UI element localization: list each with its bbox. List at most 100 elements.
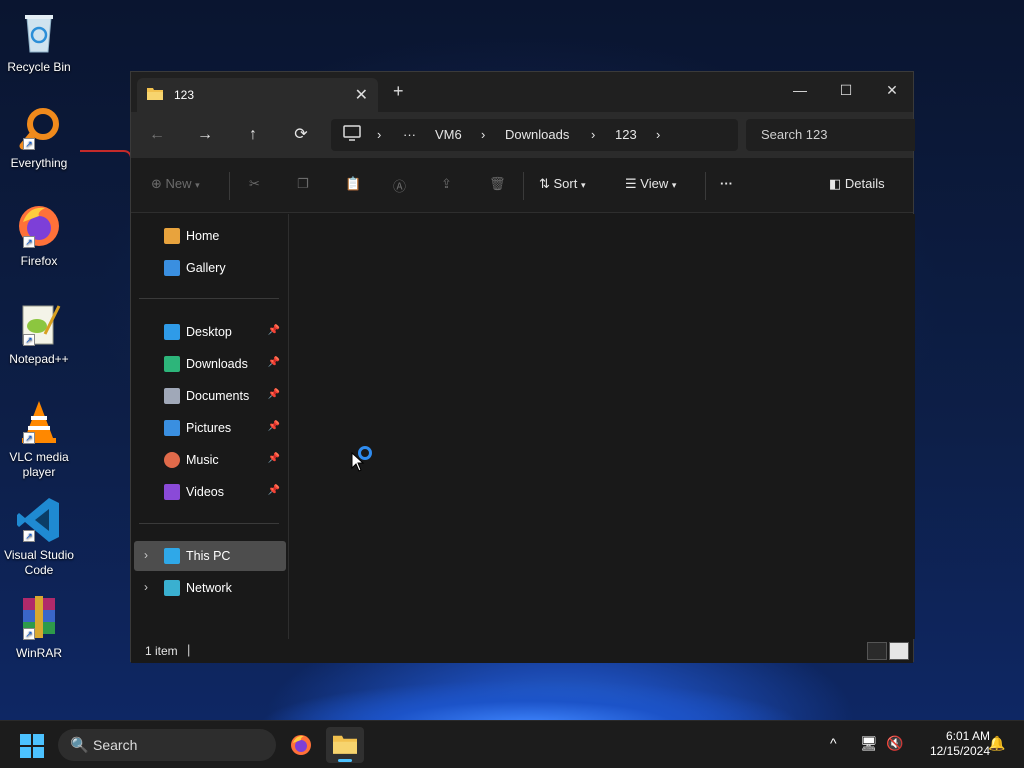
tiles-view-icon[interactable]: [889, 642, 909, 660]
this-pc-icon[interactable]: [343, 125, 361, 144]
desktop-icon-vlc[interactable]: ↗ VLC media player: [4, 398, 74, 480]
breadcrumb-separator[interactable]: ›: [481, 127, 485, 142]
shortcut-arrow-icon: ↗: [23, 628, 35, 640]
sort-button[interactable]: ⇅ Sort ▾: [539, 176, 586, 192]
view-button-label: View: [640, 176, 669, 191]
desktop-icon-vscode[interactable]: ↗ Visual Studio Code: [4, 496, 74, 578]
copy-icon[interactable]: ❐: [297, 176, 309, 192]
everything-search-icon: ↗: [15, 104, 63, 152]
chevron-down-icon: ▾: [580, 180, 586, 190]
pin-icon[interactable]: 📌: [268, 389, 280, 400]
home-icon: [164, 228, 180, 244]
desktop-icon-winrar[interactable]: ↗ WinRAR: [4, 594, 74, 661]
expand-chevron-icon[interactable]: ›: [144, 580, 148, 594]
sidebar-item-network[interactable]: › Network: [134, 573, 286, 603]
maximize-button[interactable]: ☐: [823, 76, 869, 104]
forward-button[interactable]: →: [191, 122, 219, 148]
more-options-button[interactable]: ···: [720, 176, 733, 191]
tab-123[interactable]: 123 ✕: [137, 78, 378, 112]
sidebar-divider: [139, 298, 279, 299]
delete-icon[interactable]: 🗑: [489, 176, 506, 192]
start-button[interactable]: [20, 734, 44, 758]
breadcrumb-vm6[interactable]: VM6: [435, 127, 462, 142]
new-tab-button[interactable]: +: [393, 82, 404, 100]
expand-chevron-icon[interactable]: ›: [144, 548, 148, 562]
sidebar-item-videos[interactable]: Videos 📌: [134, 477, 286, 507]
tab-close-icon[interactable]: ✕: [355, 85, 368, 105]
breadcrumb-separator[interactable]: ›: [656, 127, 660, 142]
file-list-area[interactable]: [290, 214, 915, 639]
desktop-icon-notepad-plus-plus[interactable]: ↗ Notepad++: [4, 300, 74, 367]
sidebar-item-home[interactable]: Home: [134, 221, 286, 251]
sidebar-item-gallery[interactable]: Gallery: [134, 253, 286, 283]
minimize-button[interactable]: —: [777, 76, 823, 104]
sidebar-item-label: Gallery: [186, 261, 226, 275]
clock[interactable]: 6:01 AM 12/15/2024: [912, 729, 990, 759]
breadcrumb-downloads[interactable]: Downloads: [505, 127, 569, 142]
documents-icon: [164, 388, 180, 404]
pin-icon[interactable]: 📌: [268, 453, 280, 464]
details-view-icon[interactable]: [867, 642, 887, 660]
search-input[interactable]: Search 123: [746, 119, 915, 151]
taskbar-app-firefox[interactable]: [282, 727, 320, 763]
sidebar-item-this-pc[interactable]: › This PC: [134, 541, 286, 571]
taskbar-search-box[interactable]: 🔍 Search: [58, 729, 276, 761]
pin-icon[interactable]: 📌: [268, 357, 280, 368]
sidebar-item-documents[interactable]: Documents 📌: [134, 381, 286, 411]
desktop-icon-label: Notepad++: [9, 352, 69, 366]
sidebar-item-pictures[interactable]: Pictures 📌: [134, 413, 286, 443]
show-hidden-icons-chevron-icon[interactable]: ^: [830, 735, 837, 751]
desktop-icon-firefox[interactable]: ↗ Firefox: [4, 202, 74, 269]
breadcrumb-123[interactable]: 123: [615, 127, 637, 142]
wallpaper-bloom: [150, 655, 910, 725]
sidebar-item-downloads[interactable]: Downloads 📌: [134, 349, 286, 379]
close-button[interactable]: ✕: [869, 76, 915, 104]
status-separator: |: [187, 642, 191, 657]
breadcrumb-ellipsis-button[interactable]: ···: [403, 127, 416, 142]
toolbar-divider: [229, 172, 230, 200]
desktop-icon-recycle-bin[interactable]: Recycle Bin: [4, 8, 74, 75]
refresh-button[interactable]: ⟳: [287, 122, 315, 148]
details-pane-button[interactable]: ◧ Details: [829, 176, 885, 192]
taskbar-app-file-explorer[interactable]: [326, 727, 364, 763]
sidebar-item-label: Videos: [186, 485, 224, 499]
desktop-icon-everything[interactable]: ↗ Everything: [4, 104, 74, 171]
paste-icon[interactable]: 📋: [345, 176, 361, 192]
this-pc-icon: [164, 548, 180, 564]
network-status-icon[interactable]: 🖥: [860, 735, 878, 752]
notification-bell-icon[interactable]: 🔔: [988, 735, 1005, 752]
new-button[interactable]: ⊕ New ▾: [151, 176, 200, 192]
rename-icon[interactable]: Ⓐ: [393, 176, 406, 195]
taskbar-search-label: Search: [93, 737, 138, 753]
sidebar-item-music[interactable]: Music 📌: [134, 445, 286, 475]
address-bar[interactable]: › ··· VM6 › Downloads › 123 ›: [331, 119, 738, 151]
back-button[interactable]: ←: [143, 122, 171, 148]
toolbar-divider: [523, 172, 524, 200]
tab-title: 123: [174, 88, 195, 102]
recycle-bin-icon: [15, 8, 63, 56]
volume-muted-icon[interactable]: 🔇: [886, 735, 903, 752]
notepad-plus-plus-icon: ↗: [15, 300, 63, 348]
pin-icon[interactable]: 📌: [268, 325, 280, 336]
breadcrumb-separator[interactable]: ›: [377, 127, 381, 142]
shortcut-arrow-icon: ↗: [23, 138, 35, 150]
view-button[interactable]: ☰ View ▾: [625, 176, 676, 192]
up-button[interactable]: ↑: [239, 122, 267, 148]
pin-icon[interactable]: 📌: [268, 485, 280, 496]
view-icon: ☰: [625, 176, 641, 191]
sort-button-label: Sort: [553, 176, 578, 191]
share-icon[interactable]: ⇪: [441, 176, 452, 192]
title-bar[interactable]: 123 ✕ + — ☐ ✕: [131, 72, 913, 112]
desktop-icon-label: Recycle Bin: [7, 60, 71, 74]
breadcrumb-separator[interactable]: ›: [591, 127, 595, 142]
details-pane-icon: ◧: [829, 176, 845, 191]
sidebar-item-label: Downloads: [186, 357, 248, 371]
pin-icon[interactable]: 📌: [268, 421, 280, 432]
search-icon: 🔍: [70, 737, 89, 754]
sidebar-item-desktop[interactable]: Desktop 📌: [134, 317, 286, 347]
desktop-icon-label: VLC media player: [9, 450, 69, 479]
cut-icon[interactable]: ✂: [249, 176, 260, 192]
vscode-icon: ↗: [15, 496, 63, 544]
vlc-icon: ↗: [15, 398, 63, 446]
toolbar-divider: [705, 172, 706, 200]
